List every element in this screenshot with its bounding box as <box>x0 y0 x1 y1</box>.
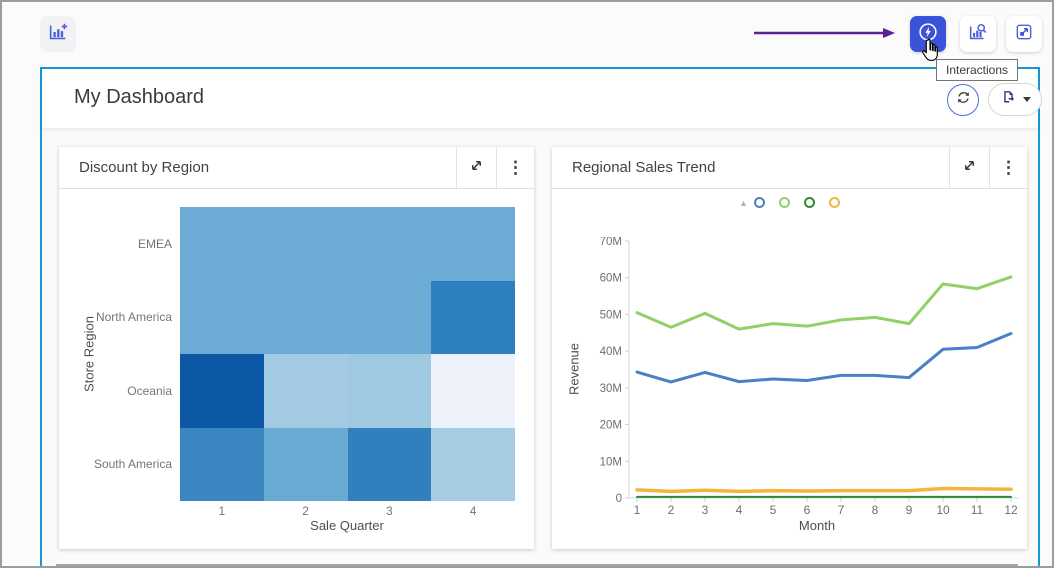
y-tick-label: 20M <box>600 420 622 432</box>
line-series-blue[interactable] <box>637 334 1011 382</box>
heatmap-cell-south-america-q1[interactable] <box>180 428 264 502</box>
explore-button[interactable] <box>960 16 996 52</box>
line-series-yellow[interactable] <box>637 488 1011 491</box>
kebab-menu-icon: ⋮ <box>1000 158 1017 178</box>
x-tick-label: 5 <box>770 503 777 517</box>
x-tick-label: 1 <box>634 503 641 517</box>
refresh-button[interactable] <box>947 84 979 116</box>
heatmap-cell-south-america-q4[interactable] <box>431 428 515 502</box>
chart-legend: ▲ <box>552 197 1027 208</box>
kebab-menu-icon: ⋮ <box>507 158 524 178</box>
chart-magnifier-icon <box>967 21 989 48</box>
widget-header: Regional Sales Trend ⋮ <box>552 147 1027 189</box>
heatmap-cell-north-america-q4[interactable] <box>431 281 515 355</box>
widget-menu-button[interactable]: ⋮ <box>496 147 534 188</box>
widget-regional-sales-trend: Regional Sales Trend ⋮ ▲ 0 10M 20M 30M 40M 50… <box>552 147 1027 549</box>
heatmap-cell-north-america-q2[interactable] <box>264 281 348 355</box>
add-widget-button[interactable] <box>40 16 76 52</box>
x-tick-label: 11 <box>971 503 984 517</box>
dashboard-title: My Dashboard <box>74 86 204 109</box>
top-toolbar: Interactions <box>2 2 1052 66</box>
widget-header: Discount by Region ⋮ <box>59 147 534 189</box>
widget-menu-button[interactable]: ⋮ <box>989 147 1027 188</box>
widget-title: Regional Sales Trend <box>552 147 949 188</box>
y-tick-label: 50M <box>600 309 622 321</box>
y-tick-label: 60M <box>600 273 622 285</box>
line-chart-plot[interactable]: 010M20M30M40M50M60M70M123456789101112 <box>584 237 1024 527</box>
y-tick-label: 40M <box>600 346 622 358</box>
heatmap-row-label: EMEA <box>59 237 172 251</box>
heatmap-cell-south-america-q2[interactable] <box>264 428 348 502</box>
heatmap-column-label: 1 <box>180 504 264 518</box>
x-tick-label: 12 <box>1004 503 1018 517</box>
dashboard-header: My Dashboard <box>42 69 1038 129</box>
legend-marker-series-blue[interactable] <box>754 197 765 208</box>
chevron-down-icon <box>1023 97 1031 102</box>
legend-marker-series-yellow[interactable] <box>829 197 840 208</box>
widget-expand-button[interactable] <box>456 147 496 188</box>
heatmap-column-label: 2 <box>264 504 348 518</box>
heatmap-cell-emea-q4[interactable] <box>431 207 515 281</box>
heatmap-cell-emea-q2[interactable] <box>264 207 348 281</box>
y-tick-label: 70M <box>600 237 622 248</box>
legend-scroll-icon: ▲ <box>739 198 748 208</box>
widget-discount-by-region: Discount by Region ⋮ EMEA North America Oc… <box>59 147 534 549</box>
open-in-full-icon <box>962 158 977 178</box>
x-tick-label: 9 <box>906 503 913 517</box>
line-x-axis-title: Month <box>799 518 835 533</box>
export-file-icon <box>1000 89 1017 111</box>
heatmap-column-label: 3 <box>348 504 432 518</box>
fullscreen-button[interactable] <box>1006 16 1042 52</box>
x-tick-label: 3 <box>702 503 709 517</box>
legend-marker-series-light-green[interactable] <box>779 197 790 208</box>
y-tick-label: 30M <box>600 383 622 395</box>
widget-title: Discount by Region <box>59 147 456 188</box>
heatmap-cell-north-america-q1[interactable] <box>180 281 264 355</box>
refresh-icon <box>955 89 972 111</box>
heatmap-row-label: South America <box>59 457 172 471</box>
heatmap-cell-emea-q1[interactable] <box>180 207 264 281</box>
heatmap-column-label: 4 <box>431 504 515 518</box>
y-tick-label: 10M <box>600 456 622 468</box>
heatmap-row-label: Oceania <box>59 384 172 398</box>
heatmap-row-label: North America <box>59 310 172 324</box>
bar-chart-plus-icon <box>47 21 69 48</box>
annotation-arrow <box>750 25 900 41</box>
heatmap-cell-south-america-q3[interactable] <box>348 428 432 502</box>
export-button[interactable] <box>988 83 1042 116</box>
heatmap-grid <box>180 207 515 501</box>
app-window: Interactions My Dashboard <box>0 0 1054 568</box>
x-tick-label: 4 <box>736 503 743 517</box>
legend-marker-series-dark-green[interactable] <box>804 197 815 208</box>
x-tick-label: 2 <box>668 503 675 517</box>
dashboard-container: My Dashboard <box>40 67 1040 568</box>
axis-lines <box>629 241 1019 498</box>
x-tick-label: 7 <box>838 503 845 517</box>
next-row-widget-edge <box>56 564 1018 568</box>
y-tick-label: 0 <box>616 493 622 505</box>
heatmap-y-axis-title: Store Region <box>82 316 97 392</box>
interactions-tooltip: Interactions <box>936 59 1018 81</box>
heatmap-x-axis-title: Sale Quarter <box>310 518 384 533</box>
line-series-light-green[interactable] <box>637 277 1011 329</box>
line-y-axis-title: Revenue <box>567 343 582 395</box>
widget-expand-button[interactable] <box>949 147 989 188</box>
mouse-cursor-hand <box>918 37 944 65</box>
heatmap-cell-oceania-q2[interactable] <box>264 354 348 428</box>
heatmap-cell-oceania-q4[interactable] <box>431 354 515 428</box>
heatmap-cell-oceania-q3[interactable] <box>348 354 432 428</box>
heatmap-cell-emea-q3[interactable] <box>348 207 432 281</box>
x-tick-label: 6 <box>804 503 811 517</box>
heatmap-cell-north-america-q3[interactable] <box>348 281 432 355</box>
open-in-full-icon <box>469 158 484 178</box>
heatmap-row-labels: EMEA North America Oceania South America <box>59 207 172 501</box>
expand-icon <box>1014 22 1034 47</box>
x-tick-label: 8 <box>872 503 879 517</box>
x-tick-label: 10 <box>936 503 950 517</box>
heatmap-cell-oceania-q1[interactable] <box>180 354 264 428</box>
